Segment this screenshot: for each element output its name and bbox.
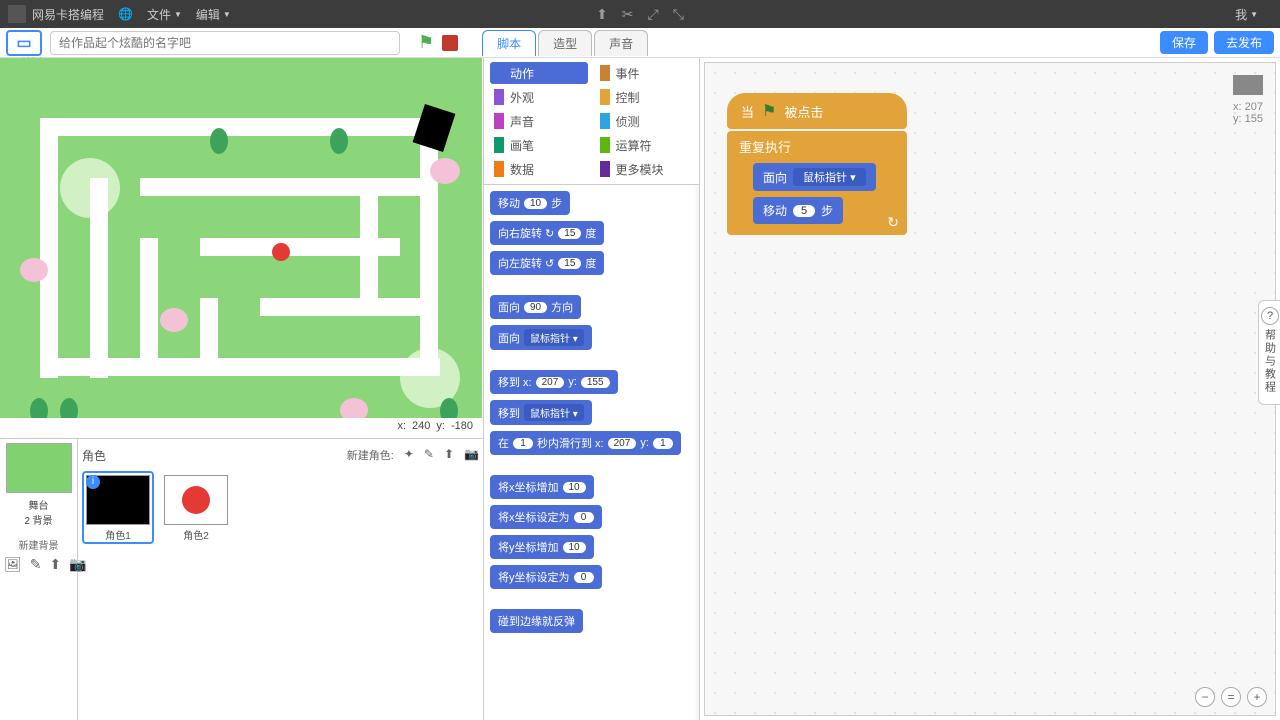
loop-arrow-icon: ↻: [887, 214, 899, 231]
zoom-in-icon[interactable]: +: [1247, 687, 1267, 707]
backdrop-paint-icon[interactable]: ✎: [30, 556, 42, 573]
block-change-y[interactable]: 将y坐标增加10: [490, 535, 594, 559]
backdrops-count: 2 背景: [4, 512, 73, 527]
stage-canvas[interactable]: [0, 58, 482, 418]
category-sensing[interactable]: 侦测: [596, 110, 694, 132]
file-menu[interactable]: 文件▼: [147, 6, 182, 23]
category-data[interactable]: 数据: [490, 158, 588, 180]
publish-button[interactable]: 去发布: [1214, 31, 1274, 54]
block-point-towards-inst[interactable]: 面向鼠标指针 ▾: [753, 163, 876, 191]
block-bounce[interactable]: 碰到边缘就反弹: [490, 609, 583, 633]
stage-thumbnail[interactable]: [6, 443, 72, 493]
zoom-reset-icon[interactable]: =: [1221, 687, 1241, 707]
top-menu-bar: 网易卡搭编程 🌐 文件▼ 编辑▼ ⬆ ✂ ⤢ ⤡ 我▼: [0, 0, 1280, 28]
block-move-steps[interactable]: 移动10步: [490, 191, 570, 215]
block-turn-left[interactable]: 向左旋转 ↺15度: [490, 251, 604, 275]
category-operators[interactable]: 运算符: [596, 134, 694, 156]
block-palette[interactable]: 移动10步 向右旋转 ↻15度 向左旋转 ↺15度 面向90方向 面向鼠标指针 …: [484, 185, 699, 720]
tab-scripts[interactable]: 脚本: [482, 30, 536, 56]
block-point-direction[interactable]: 面向90方向: [490, 295, 581, 319]
stamp-tool-icon[interactable]: ⬆: [596, 6, 608, 23]
sprite-readout: x: 207 y: 155: [1233, 75, 1263, 125]
block-point-towards[interactable]: 面向鼠标指针 ▾: [490, 325, 592, 350]
edit-menu[interactable]: 编辑▼: [196, 6, 231, 23]
green-flag-icon[interactable]: ⚑: [418, 32, 434, 53]
toolbar-row: ▭ ⚑ 脚本 造型 声音 保存 去发布: [0, 28, 1280, 58]
project-title-input[interactable]: [50, 31, 400, 55]
sprite-info-icon[interactable]: i: [86, 475, 100, 489]
sprite-ball[interactable]: [272, 243, 290, 261]
script-stack[interactable]: 当 ⚑ 被点击 重复执行 面向鼠标指针 ▾ 移动5步 ↻: [727, 93, 907, 235]
help-icon: ?: [1261, 307, 1279, 325]
block-glide[interactable]: 在1秒内滑行到 x:207y:1: [490, 431, 681, 455]
stage-label: 舞台: [4, 497, 73, 512]
script-canvas[interactable]: x: 207 y: 155 当 ⚑ 被点击 重复执行 面向鼠标指针 ▾ 移动5步…: [704, 62, 1276, 716]
block-move-inst[interactable]: 移动5步: [753, 197, 843, 224]
sprite-thumbnail-mini: [1233, 75, 1263, 95]
stop-icon[interactable]: [442, 35, 458, 51]
sprite-library-icon[interactable]: ✦: [404, 447, 414, 463]
stage-mouse-coords: x:240 y:-180: [0, 418, 483, 438]
new-backdrop-label: 新建背景: [4, 537, 73, 552]
stage-size-toggle[interactable]: ▭: [6, 30, 42, 56]
block-goto-xy[interactable]: 移到 x:207y:155: [490, 370, 618, 394]
category-looks[interactable]: 外观: [490, 86, 588, 108]
tab-costumes[interactable]: 造型: [538, 30, 592, 56]
block-forever[interactable]: 重复执行 面向鼠标指针 ▾ 移动5步 ↻: [727, 131, 907, 235]
green-flag-icon: ⚑: [762, 101, 776, 121]
sprite-upload-icon[interactable]: ⬆: [444, 447, 454, 463]
user-menu[interactable]: 我▼: [1235, 6, 1258, 23]
backdrop-library-icon[interactable]: 🖼: [4, 556, 22, 573]
category-sound[interactable]: 声音: [490, 110, 588, 132]
category-control[interactable]: 控制: [596, 86, 694, 108]
save-button[interactable]: 保存: [1160, 31, 1208, 54]
category-more[interactable]: 更多模块: [596, 158, 694, 180]
app-logo: [8, 5, 26, 23]
category-events[interactable]: 事件: [596, 62, 694, 84]
sprite-item-1[interactable]: i 角色1: [82, 471, 154, 544]
brand-name: 网易卡搭编程: [32, 6, 104, 23]
backdrop-upload-icon[interactable]: ⬆: [50, 556, 62, 573]
shrink-tool-icon[interactable]: ⤡: [673, 6, 684, 23]
block-set-y[interactable]: 将y坐标设定为0: [490, 565, 602, 589]
category-motion[interactable]: 动作: [490, 62, 588, 84]
sprites-label: 角色: [82, 447, 106, 464]
sprite-panel: 舞台 2 背景 新建背景 🖼 ✎ ⬆ 📷 角色 新建角色: ✦ ✎: [0, 438, 483, 720]
help-sidebar-tab[interactable]: ? 帮助与教程: [1258, 300, 1280, 405]
block-goto-target[interactable]: 移到鼠标指针 ▾: [490, 400, 592, 425]
block-change-x[interactable]: 将x坐标增加10: [490, 475, 594, 499]
block-when-flag-clicked[interactable]: 当 ⚑ 被点击: [727, 93, 907, 129]
sprite-item-2[interactable]: 角色2: [160, 471, 232, 544]
sprite-camera-icon[interactable]: 📷: [464, 447, 479, 463]
grow-tool-icon[interactable]: ⤢: [648, 6, 659, 23]
palette-resize-handle[interactable]: [693, 185, 699, 720]
block-set-x[interactable]: 将x坐标设定为0: [490, 505, 602, 529]
block-palette-column: 动作 事件 外观 控制 声音 侦测 画笔 运算符 数据 更多模块 移动10步 向…: [484, 58, 700, 720]
sprite-paint-icon[interactable]: ✎: [424, 447, 434, 463]
new-sprite-label: 新建角色:: [347, 447, 394, 463]
zoom-out-icon[interactable]: −: [1195, 687, 1215, 707]
language-menu[interactable]: 🌐: [118, 7, 133, 21]
category-pen[interactable]: 画笔: [490, 134, 588, 156]
block-turn-right[interactable]: 向右旋转 ↻15度: [490, 221, 604, 245]
cut-tool-icon[interactable]: ✂: [622, 6, 634, 23]
tab-sounds[interactable]: 声音: [594, 30, 648, 56]
